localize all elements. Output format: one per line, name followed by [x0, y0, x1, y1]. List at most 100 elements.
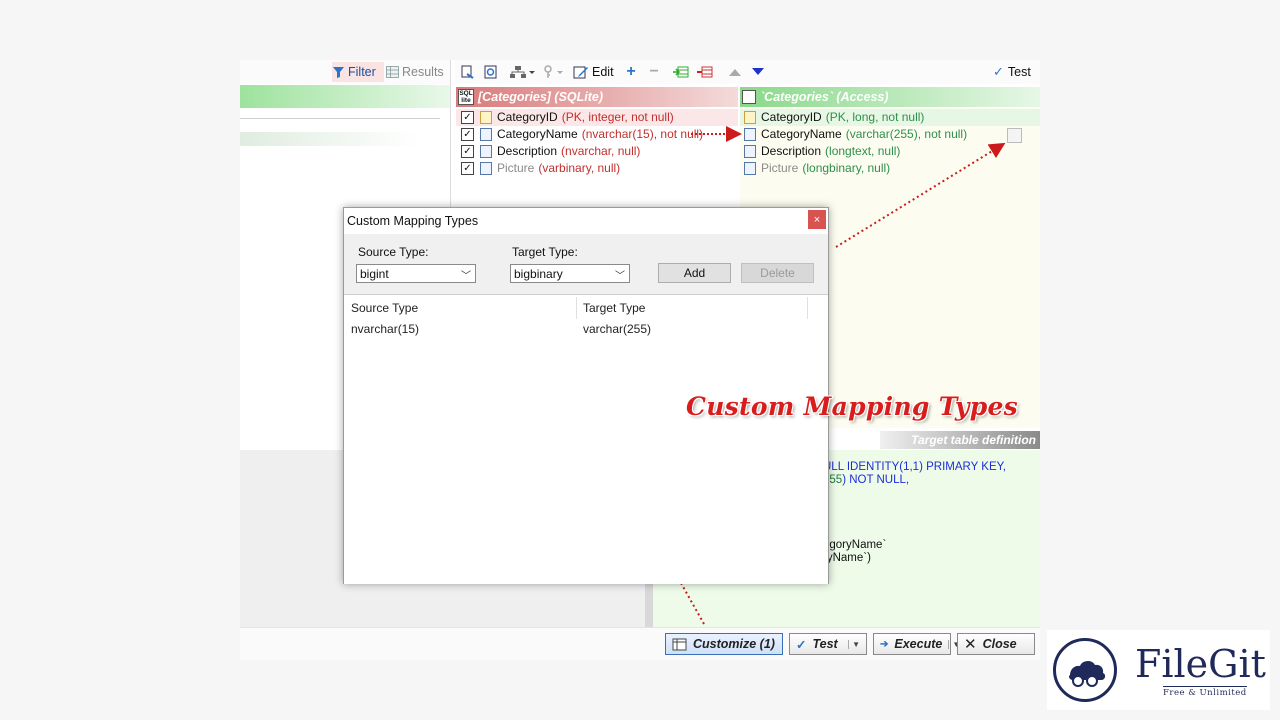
field-row[interactable]: ✓ Picture (varbinary, null) [461, 160, 620, 176]
logo-tagline: Free & Unlimited [1163, 686, 1247, 698]
field-name: Description [497, 144, 558, 158]
chevron-down-icon: ﹀ [615, 271, 625, 282]
left-toolbar: Filter Results [240, 60, 450, 84]
field-type: (PK, long, not null) [825, 110, 925, 124]
column-header-target-type[interactable]: Target Type [583, 301, 645, 315]
sql-line: egoryName` [823, 539, 887, 551]
results-button[interactable]: Results [386, 62, 450, 82]
annotation-caption: Custom Mapping Types [686, 392, 1019, 421]
field-checkbox[interactable]: ✓ [461, 161, 474, 175]
table-row[interactable]: nvarchar(15) varchar(255) [344, 321, 828, 338]
field-row[interactable]: ✓ Description (nvarchar, null) [461, 143, 640, 159]
close-icon: × [813, 213, 821, 226]
access-icon [742, 90, 756, 104]
customize-button[interactable]: Customize (1) [665, 633, 783, 655]
source-type-label: Source Type: [358, 245, 429, 259]
filegit-logo: FileGit Free & Unlimited [1047, 630, 1270, 710]
execute-label: Execute [894, 637, 943, 651]
target-table-title: `Categories` (Access) [760, 90, 889, 104]
auto-map-icon[interactable] [459, 63, 477, 81]
target-table-header: `Categories` (Access) [740, 87, 1040, 107]
column-divider[interactable] [576, 297, 577, 319]
field-icon [480, 144, 492, 158]
grid-icon [386, 66, 399, 78]
add-field-icon[interactable] [672, 63, 690, 81]
edit-button[interactable]: Edit [573, 63, 614, 81]
execute-button[interactable]: ➔ Execute ▼ [873, 633, 960, 655]
add-label: Add [683, 266, 706, 280]
add-icon[interactable]: + [622, 63, 640, 81]
field-row[interactable]: ✓ CategoryName (nvarchar(15), not null) [461, 126, 703, 142]
mapping-toolbar: Edit + − ✓ Test [455, 60, 1040, 84]
test-label: Test [1007, 65, 1031, 79]
field-row[interactable]: CategoryID (PK, long, not null) [744, 109, 924, 125]
field-name: CategoryID [761, 110, 822, 124]
field-icon [480, 127, 492, 141]
target-definition-header: Target table definition [880, 431, 1040, 449]
filter-button[interactable]: Filter [332, 62, 384, 82]
chevron-down-icon: ﹀ [461, 271, 471, 282]
add-button[interactable]: Add [658, 263, 731, 283]
remove-field-icon[interactable] [696, 63, 714, 81]
field-checkbox[interactable]: ✓ [461, 127, 474, 141]
field-icon [744, 127, 756, 141]
close-label: Close [982, 637, 1017, 651]
field-icon [744, 161, 756, 175]
close-button[interactable]: ✕ Close [957, 633, 1035, 655]
field-checkbox[interactable]: ✓ [461, 110, 474, 124]
field-row[interactable]: Picture (longbinary, null) [744, 160, 890, 176]
dialog-form: Source Type: bigint ﹀ Target Type: bigbi… [344, 234, 828, 294]
edit-icon [573, 66, 588, 79]
move-down-icon[interactable] [749, 63, 767, 81]
target-type-select[interactable]: bigbinary ﹀ [510, 264, 630, 283]
primary-key-field-icon [480, 110, 492, 124]
dialog-close-button[interactable]: × [808, 210, 826, 229]
refresh-icon[interactable] [482, 63, 500, 81]
target-definition-title: Target table definition [911, 433, 1036, 447]
dropdown-arrow-icon[interactable]: ▼ [848, 639, 860, 649]
sql-line: ULL IDENTITY(1,1) PRIMARY KEY, [823, 461, 1006, 473]
logo-emblem-icon [1053, 638, 1117, 702]
field-type: (nvarchar(15), not null) [581, 127, 704, 141]
sqlite-icon: SQL lite [458, 89, 474, 105]
field-icon [744, 144, 756, 158]
field-checkbox[interactable]: ✓ [461, 144, 474, 158]
key-icon[interactable] [541, 63, 565, 81]
column-divider[interactable] [807, 297, 808, 319]
field-name: Description [761, 144, 822, 158]
field-name: CategoryName [497, 127, 578, 141]
field-type: (longtext, null) [825, 144, 901, 158]
filter-icon [333, 66, 344, 78]
left-header-band [240, 85, 450, 108]
tree-icon[interactable] [508, 63, 536, 81]
field-row[interactable]: CategoryName (varchar(255), not null) [744, 126, 967, 142]
move-up-icon[interactable] [726, 63, 744, 81]
field-name: Picture [761, 161, 799, 175]
field-type: (PK, integer, not null) [561, 110, 674, 124]
remove-icon[interactable]: − [645, 63, 663, 81]
field-row[interactable]: ✓ CategoryID (PK, integer, not null) [461, 109, 674, 125]
list-item[interactable] [240, 132, 420, 146]
dialog-titlebar[interactable]: Custom Mapping Types [344, 208, 828, 233]
target-type-value: bigbinary [514, 266, 563, 281]
edit-label: Edit [592, 65, 614, 79]
field-type: (varchar(255), not null) [845, 127, 968, 141]
field-row[interactable]: Description (longtext, null) [744, 143, 900, 159]
field-edit-icon[interactable] [1007, 128, 1022, 143]
source-type-value: bigint [360, 266, 389, 281]
test-button[interactable]: ✓ Test [993, 63, 1031, 81]
field-name: CategoryName [761, 127, 842, 141]
test-run-button[interactable]: ✓ Test ▼ [789, 633, 867, 655]
table-cell: nvarchar(15) [351, 322, 420, 336]
column-header-source-type[interactable]: Source Type [351, 301, 418, 315]
close-icon: ✕ [964, 636, 977, 653]
field-type: (varbinary, null) [538, 161, 621, 175]
delete-button[interactable]: Delete [741, 263, 814, 283]
mapping-grid: Source Type Target Type nvarchar(15) var… [344, 294, 828, 584]
source-type-select[interactable]: bigint ﹀ [356, 264, 476, 283]
field-type: (nvarchar, null) [561, 144, 641, 158]
source-table-header: SQL lite [Categories] (SQLite) [456, 87, 738, 107]
table-cell: varchar(255) [583, 322, 652, 336]
source-table-title: [Categories] (SQLite) [478, 90, 604, 104]
filter-label: Filter [348, 65, 376, 79]
